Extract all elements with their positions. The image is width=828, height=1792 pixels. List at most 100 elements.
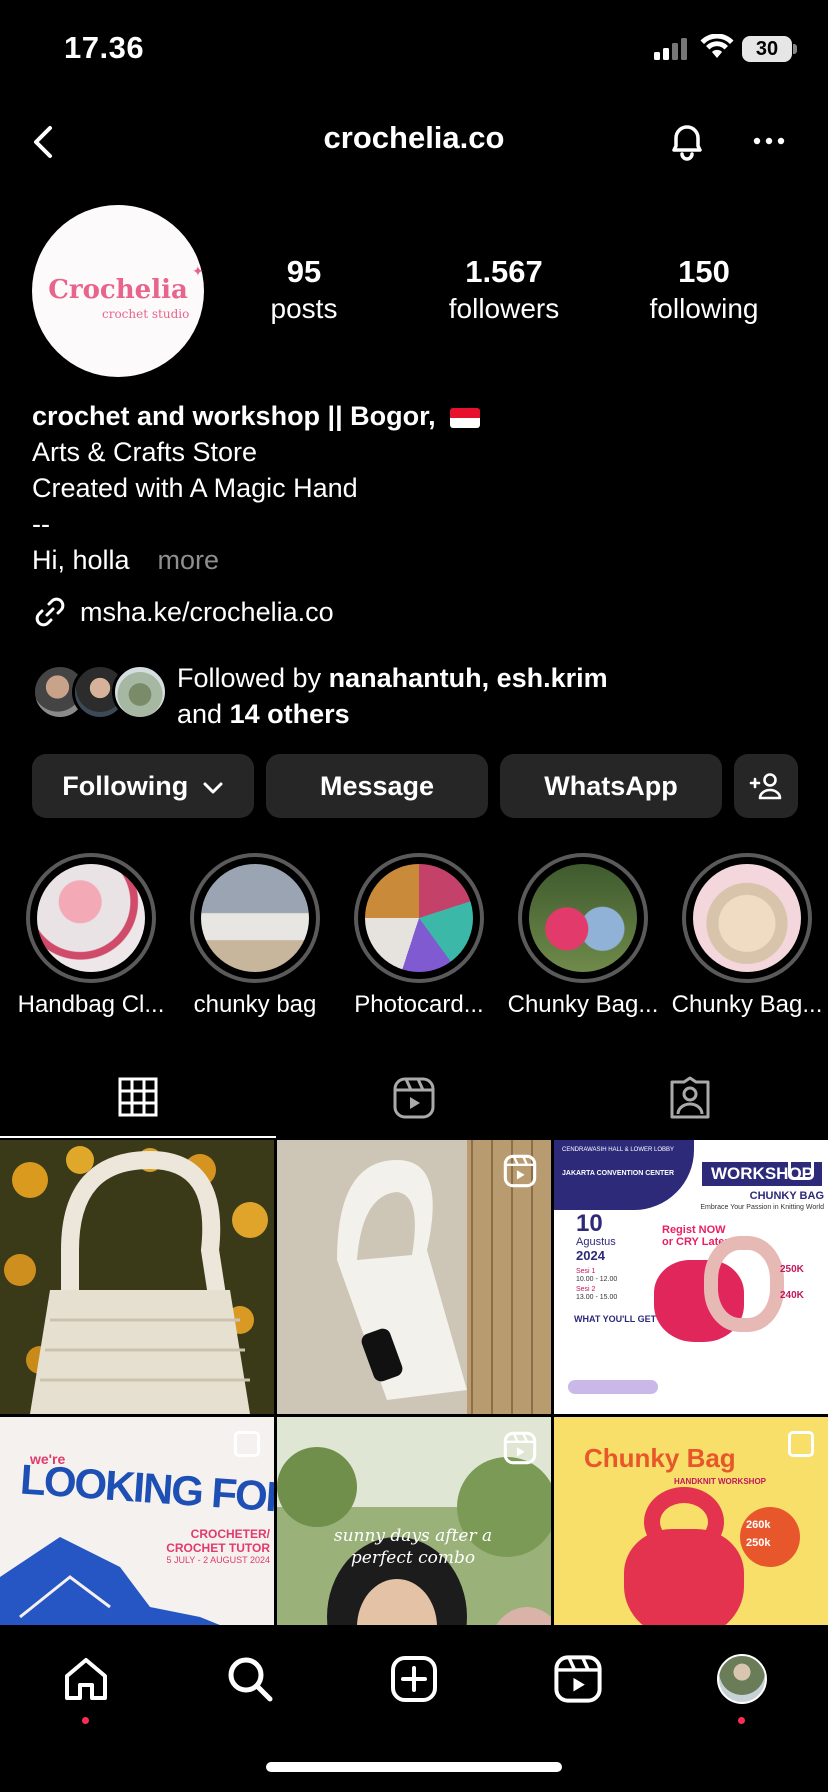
search-icon xyxy=(228,1657,273,1702)
stat-number: 1.567 xyxy=(465,254,543,289)
highlight-label: chunky bag xyxy=(193,991,317,1018)
highlight-label: Photocard... xyxy=(354,991,484,1018)
battery-tip xyxy=(793,44,797,54)
following-count[interactable]: 150 following xyxy=(614,253,794,327)
carousel-badge-icon xyxy=(234,1431,260,1457)
avatar-brand-subtext: crochet studio xyxy=(102,307,190,321)
bio-category: Arts & Crafts Store xyxy=(32,437,258,467)
stat-number: 150 xyxy=(678,254,730,289)
highlight-image xyxy=(201,864,309,972)
carousel-badge-icon xyxy=(788,1431,814,1457)
post-image xyxy=(0,1140,274,1414)
nav-profile[interactable] xyxy=(712,1649,772,1709)
grid-post[interactable]: CENDRAWASIH HALL & LOWER LOBBY JAKARTA C… xyxy=(554,1140,828,1414)
post6-price2: 250k xyxy=(746,1537,771,1549)
highlight-label: Chunky Bag... xyxy=(507,991,659,1018)
posts-count[interactable]: 95 posts xyxy=(214,253,394,327)
stat-label: following xyxy=(649,293,759,324)
post3-year: 2024 xyxy=(576,1248,605,1263)
post3-price2: 240K xyxy=(780,1290,804,1301)
post6-price1: 260k xyxy=(746,1519,771,1531)
tab-tagged[interactable] xyxy=(552,1058,828,1138)
followed-by-text: Followed by nanahantuh, esh.krim and 14 … xyxy=(177,660,608,732)
profile-header: crochelia.co xyxy=(0,110,828,174)
reels-icon xyxy=(393,1077,435,1119)
posts-grid: CENDRAWASIH HALL & LOWER LOBBY JAKARTA C… xyxy=(0,1140,828,1691)
profile-avatar[interactable]: ✦ Crochelia crochet studio xyxy=(32,205,204,377)
following-button[interactable]: Following xyxy=(32,754,254,818)
link-icon xyxy=(35,597,65,627)
follower-avatar xyxy=(112,664,168,720)
followers-count[interactable]: 1.567 followers xyxy=(414,253,594,327)
post5-caption: sunny days after a perfect combo xyxy=(333,1526,493,1568)
bio-line: Hi, holla xyxy=(32,545,130,575)
tab-reels[interactable] xyxy=(276,1058,552,1138)
battery-indicator: 30 xyxy=(742,36,792,62)
carousel-badge-icon xyxy=(788,1154,814,1180)
notifications-button[interactable] xyxy=(662,116,712,166)
status-time: 17.36 xyxy=(64,30,145,65)
grid-post[interactable] xyxy=(0,1140,274,1414)
post6-sub: HANDKNIT WORKSHOP xyxy=(674,1477,766,1486)
followed-by-others: 14 others xyxy=(229,699,350,729)
highlight-ring xyxy=(26,853,156,983)
highlight-image xyxy=(365,864,473,972)
home-icon xyxy=(65,1658,107,1700)
home-indicator xyxy=(266,1762,562,1772)
grid-post[interactable] xyxy=(277,1140,551,1414)
bio-line: -- xyxy=(32,509,50,539)
tab-posts[interactable] xyxy=(0,1058,276,1138)
tagged-person-icon xyxy=(670,1076,710,1119)
nav-search[interactable] xyxy=(220,1649,280,1709)
post3-session2: Sesi 2 xyxy=(576,1286,596,1293)
nav-home[interactable] xyxy=(56,1649,116,1709)
bio-more-link[interactable]: more xyxy=(158,545,220,575)
profile-link[interactable]: msha.ke/crochelia.co xyxy=(32,594,334,630)
highlight-item[interactable]: Handbag Cl... xyxy=(18,853,164,1018)
followed-by-prefix: Followed by xyxy=(177,663,329,693)
highlight-ring xyxy=(354,853,484,983)
followed-by-and: and xyxy=(177,699,230,729)
profile-avatar-icon xyxy=(717,1654,767,1704)
followed-by-names: nanahantuh, esh.krim xyxy=(328,663,608,693)
post3-day: 10 xyxy=(576,1210,603,1237)
bell-icon xyxy=(672,125,702,161)
highlight-item[interactable]: Chunky Bag... xyxy=(672,853,822,1018)
post-image: CENDRAWASIH HALL & LOWER LOBBY JAKARTA C… xyxy=(554,1140,828,1414)
notification-dot xyxy=(738,1717,745,1724)
post3-price1: 250K xyxy=(780,1264,804,1275)
profile-actions: Following Message WhatsApp xyxy=(32,754,800,818)
nav-create[interactable] xyxy=(384,1649,444,1709)
message-button[interactable]: Message xyxy=(266,754,488,818)
highlight-item[interactable]: Photocard... xyxy=(354,853,484,1018)
post3-session1: Sesi 1 xyxy=(576,1268,596,1275)
profile-link-text: msha.ke/crochelia.co xyxy=(80,596,334,627)
highlight-item[interactable]: Chunky Bag... xyxy=(508,853,658,1018)
highlight-ring xyxy=(682,853,812,983)
profile-bio: crochet and workshop || Bogor, Arts & Cr… xyxy=(32,398,792,578)
indonesia-flag-icon xyxy=(449,407,480,428)
chevron-down-icon xyxy=(203,782,223,794)
post3-get: WHAT YOU'LL GET xyxy=(574,1314,657,1324)
followed-by[interactable]: Followed by nanahantuh, esh.krim and 14 … xyxy=(32,660,802,732)
reel-badge-icon xyxy=(503,1154,537,1188)
suggest-users-button[interactable] xyxy=(734,754,798,818)
whatsapp-button[interactable]: WhatsApp xyxy=(500,754,722,818)
highlight-item[interactable]: chunky bag xyxy=(190,853,320,1018)
post3-venue: JAKARTA CONVENTION CENTER xyxy=(562,1170,675,1177)
more-options-button[interactable] xyxy=(744,116,794,166)
more-horizontal-icon xyxy=(753,137,785,145)
highlight-image xyxy=(529,864,637,972)
bio-line: Created with A Magic Hand xyxy=(32,473,358,503)
nav-reels[interactable] xyxy=(548,1649,608,1709)
reel-badge-icon xyxy=(503,1431,537,1465)
post3-venue-top: CENDRAWASIH HALL & LOWER LOBBY xyxy=(562,1147,675,1153)
stat-number: 95 xyxy=(286,254,322,289)
stat-label: followers xyxy=(448,293,560,324)
add-person-icon xyxy=(749,773,782,800)
post3-month: Agustus xyxy=(576,1236,616,1248)
highlight-image xyxy=(37,864,145,972)
post3-tagline: Embrace Your Passion in Knitting World xyxy=(700,1204,824,1211)
post6-title: Chunky Bag xyxy=(584,1443,736,1473)
grid-icon xyxy=(118,1077,158,1117)
